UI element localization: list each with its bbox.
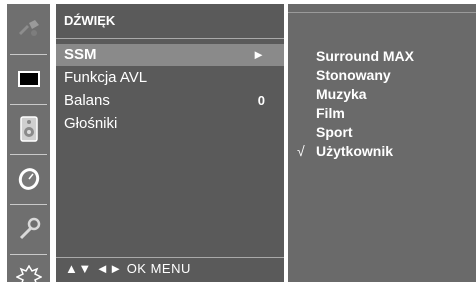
lock-icon[interactable] xyxy=(7,258,50,296)
navigation-hint: ▲▼ ◄► OK MENU xyxy=(56,257,284,282)
ssm-submenu-panel: Surround MAX Stonowany Muzyka Film Sport… xyxy=(288,4,476,282)
check-icon: √ xyxy=(297,143,305,159)
option-label: Stonowany xyxy=(316,67,391,83)
submenu-divider xyxy=(288,12,476,13)
option-film[interactable]: Film xyxy=(288,103,476,123)
menu-icon-bar xyxy=(7,4,50,289)
menu-item-avl[interactable]: Funkcja AVL xyxy=(56,67,284,89)
sound-menu-panel: DŹWIĘK SSM ► Funkcja AVL Balans 0 Głośni… xyxy=(56,4,284,282)
setup-icon[interactable] xyxy=(7,10,50,48)
option-muzyka[interactable]: Muzyka xyxy=(288,84,476,104)
option-icon[interactable] xyxy=(7,210,50,248)
option-label: Film xyxy=(316,105,345,121)
navigation-hint-text: ▲▼ ◄► OK MENU xyxy=(65,261,191,276)
option-sport[interactable]: Sport xyxy=(288,122,476,142)
time-icon[interactable] xyxy=(7,160,50,198)
menu-item-ssm[interactable]: SSM ► xyxy=(56,44,284,66)
menu-item-label: Funkcja AVL xyxy=(64,69,148,86)
option-stonowany[interactable]: Stonowany xyxy=(288,65,476,85)
option-surround-max[interactable]: Surround MAX xyxy=(288,46,476,66)
menu-item-speakers[interactable]: Głośniki xyxy=(56,113,284,135)
menu-item-label: Głośniki xyxy=(64,115,118,132)
option-label: Surround MAX xyxy=(316,48,414,64)
audio-icon[interactable] xyxy=(7,110,50,148)
option-label: Sport xyxy=(316,124,353,140)
menu-title: DŹWIĘK xyxy=(56,4,284,39)
menu-item-label: Balans xyxy=(64,92,110,109)
menu-item-label: SSM xyxy=(64,46,97,63)
submenu-arrow-icon: ► xyxy=(252,47,265,62)
picture-icon[interactable] xyxy=(7,60,50,98)
option-uzytkownik[interactable]: √ Użytkownik xyxy=(288,141,476,161)
balance-value: 0 xyxy=(257,93,265,108)
option-label: Muzyka xyxy=(316,86,367,102)
menu-item-balance[interactable]: Balans 0 xyxy=(56,90,284,112)
option-label: Użytkownik xyxy=(316,143,394,159)
tv-osd-screen: DŹWIĘK SSM ► Funkcja AVL Balans 0 Głośni… xyxy=(0,0,476,289)
